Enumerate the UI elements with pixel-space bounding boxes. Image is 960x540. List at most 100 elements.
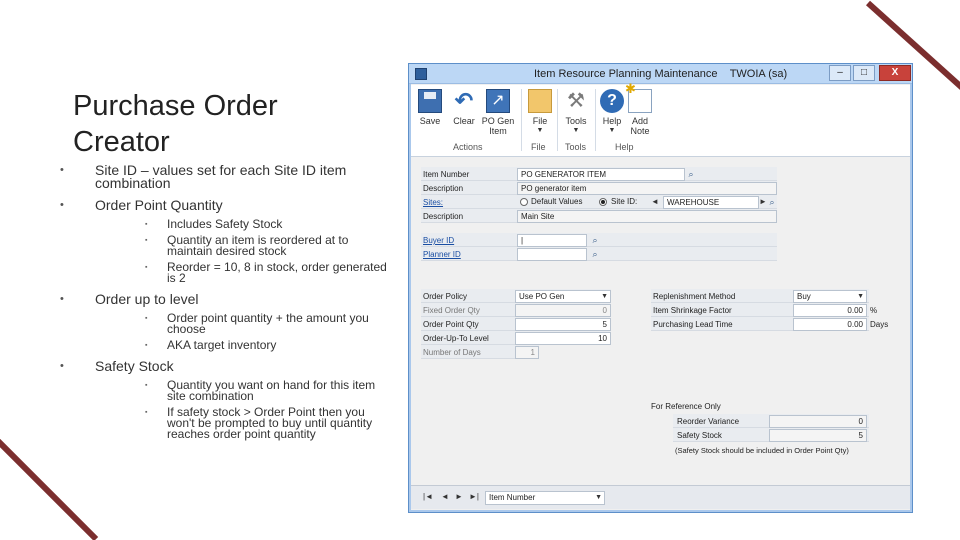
group-help-label: Help — [615, 142, 634, 152]
group-actions-label: Actions — [453, 142, 483, 152]
sub-bullet: Quantity you want on hand for this item … — [95, 379, 390, 402]
description-label: Description — [423, 184, 464, 193]
save-button[interactable]: Save — [415, 89, 445, 126]
maximize-button[interactable]: □ — [853, 65, 875, 81]
po-gen-item-button[interactable]: ↗ PO Gen Item — [481, 89, 515, 136]
item-shrinkage-factor-field[interactable]: 0.00 — [793, 304, 867, 317]
add-note-button[interactable]: Add Note — [625, 84, 653, 136]
days-unit-label: Days — [870, 320, 889, 329]
save-icon — [418, 89, 442, 113]
window-titlebar[interactable]: Item Resource Planning Maintenance TWOIA… — [409, 64, 912, 84]
ribbon-separator — [557, 89, 558, 151]
next-record-button[interactable]: ► — [455, 492, 463, 501]
file-menu-button[interactable]: File ▼ — [527, 89, 553, 136]
order-up-to-level-field[interactable]: 10 — [515, 332, 611, 345]
app-icon — [415, 68, 427, 80]
percent-unit-label: % — [870, 306, 878, 315]
last-record-button[interactable]: ►| — [469, 492, 479, 501]
slide-bullets: Site ID – values set for each Site ID it… — [60, 162, 390, 449]
item-number-label: Item Number — [423, 170, 470, 179]
sub-bullet: Order point quantity + the amount you ch… — [95, 312, 390, 335]
item-number-field[interactable]: PO GENERATOR ITEM — [517, 168, 685, 181]
reference-heading: For Reference Only — [651, 402, 721, 411]
minimize-button[interactable]: – — [829, 65, 851, 81]
safety-stock-label: Safety Stock — [677, 431, 722, 440]
description-field: PO generator item — [517, 182, 777, 195]
site-id-radio[interactable] — [599, 198, 607, 206]
bullet-text: Site ID – values set for each Site ID it… — [95, 162, 347, 191]
reorder-variance-field: 0 — [769, 415, 867, 428]
site-prev-icon[interactable]: ◄ — [651, 195, 659, 208]
ribbon-toolbar: Save ↶ Clear ↗ PO Gen Item Actions File … — [411, 84, 910, 157]
bullet-order-up-to-level: Order up to level Order point quantity +… — [60, 291, 390, 351]
help-menu-button[interactable]: ? Help ▼ — [599, 89, 625, 136]
order-policy-value: Use PO Gen — [519, 292, 565, 301]
first-record-button[interactable]: |◄ — [423, 492, 433, 501]
planner-id-link[interactable]: Planner ID — [421, 248, 461, 261]
safety-stock-field: 5 — [769, 429, 867, 442]
file-label: File — [532, 116, 548, 126]
previous-record-button[interactable]: ◄ — [441, 492, 449, 501]
planner-lookup-icon[interactable]: ⌕ — [589, 248, 601, 260]
sub-bullet: Includes Safety Stock — [95, 218, 390, 230]
item-lookup-icon[interactable]: ⌕ — [685, 168, 697, 180]
buyer-id-field[interactable]: | — [517, 234, 587, 247]
reorder-variance-label: Reorder Variance — [677, 417, 740, 426]
item-resource-planning-window: Item Resource Planning Maintenance TWOIA… — [408, 63, 913, 513]
sort-by-select[interactable]: Item Number ▼ — [485, 491, 605, 505]
site-id-field[interactable]: WAREHOUSE — [663, 196, 759, 209]
order-policy-select[interactable]: Use PO Gen ▼ — [515, 290, 611, 303]
slide-title: Purchase Order Creator — [73, 90, 278, 158]
po-gen-icon: ↗ — [486, 89, 510, 113]
ribbon-separator — [521, 89, 522, 151]
sub-bullet: Quantity an item is reordered at to main… — [95, 234, 390, 257]
chevron-down-icon: ▼ — [595, 494, 602, 501]
purchasing-lead-time-field[interactable]: 0.00 — [793, 318, 867, 331]
group-tools-label: Tools — [565, 142, 587, 152]
window-title-text: Item Resource Planning Maintenance — [534, 68, 718, 80]
chevron-down-icon: ▼ — [857, 293, 864, 300]
window-title: Item Resource Planning Maintenance TWOIA… — [534, 68, 787, 80]
chevron-down-icon: ▼ — [572, 127, 580, 134]
ribbon-separator — [595, 89, 596, 151]
clear-icon: ↶ — [454, 88, 474, 113]
file-icon — [528, 89, 552, 113]
chevron-down-icon: ▼ — [608, 127, 616, 134]
order-point-qty-label: Order Point Qty — [423, 320, 479, 329]
order-point-qty-field[interactable]: 5 — [515, 318, 611, 331]
bullet-order-point-qty: Order Point Quantity Includes Safety Sto… — [60, 197, 390, 284]
sub-bullet: AKA target inventory — [95, 339, 390, 351]
site-description-field: Main Site — [517, 210, 777, 223]
bullet-safety-stock: Safety Stock Quantity you want on hand f… — [60, 358, 390, 440]
fixed-order-qty-label: Fixed Order Qty — [423, 306, 480, 315]
replenishment-method-label: Replenishment Method — [653, 292, 736, 301]
default-values-radio[interactable] — [520, 198, 528, 206]
sub-bullet-list: Order point quantity + the amount you ch… — [95, 312, 390, 351]
replenishment-method-select[interactable]: Buy ▼ — [793, 290, 867, 303]
add-note-icon — [625, 84, 652, 113]
safety-stock-note: (Safety Stock should be included in Orde… — [675, 446, 849, 455]
tools-icon: ⚒ — [567, 90, 585, 112]
add-note-label: Add Note — [630, 116, 650, 136]
replenishment-method-value: Buy — [797, 292, 811, 301]
bullet-text: Safety Stock — [95, 358, 174, 374]
clear-button[interactable]: ↶ Clear — [449, 88, 479, 127]
bullet-text: Order up to level — [95, 291, 199, 307]
sort-by-value: Item Number — [489, 493, 536, 502]
buyer-id-link[interactable]: Buyer ID — [421, 234, 454, 247]
sites-link[interactable]: Sites: — [421, 196, 443, 209]
bullet-text: Order Point Quantity — [95, 197, 223, 213]
number-of-days-field: 1 — [515, 346, 539, 359]
planner-id-field[interactable] — [517, 248, 587, 261]
number-of-days-label: Number of Days — [423, 348, 481, 357]
help-label: Help — [602, 116, 622, 126]
tools-menu-button[interactable]: ⚒ Tools ▼ — [561, 89, 591, 136]
order-up-to-level-label: Order-Up-To Level — [423, 334, 489, 343]
site-lookup-icon[interactable]: ⌕ — [766, 196, 778, 208]
site-id-label: Site ID: — [611, 197, 638, 206]
buyer-lookup-icon[interactable]: ⌕ — [589, 234, 601, 246]
fixed-order-qty-field: 0 — [515, 304, 611, 317]
close-button[interactable]: X — [879, 65, 911, 81]
group-file-label: File — [531, 142, 546, 152]
sub-bullet-list: Includes Safety Stock Quantity an item i… — [95, 218, 390, 284]
